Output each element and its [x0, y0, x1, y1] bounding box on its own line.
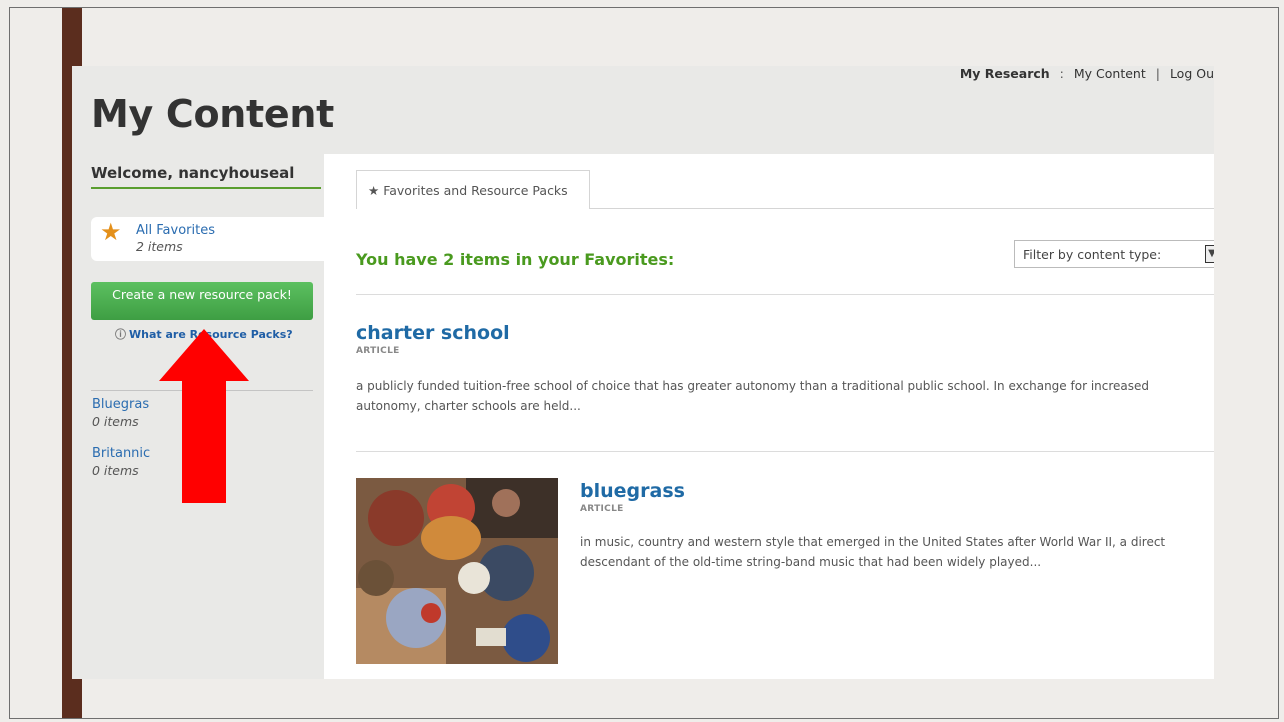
tab-favorites-resource-packs[interactable]: ★ Favorites and Resource Packs [356, 170, 590, 208]
article-title-link[interactable]: bluegrass [580, 480, 685, 502]
article-title-link[interactable]: charter school [356, 322, 510, 344]
logout-link[interactable]: Log Ou [1170, 66, 1214, 81]
top-nav: My Research : My Content | Log Ou [959, 66, 1214, 81]
favorites-label[interactable]: All Favorites [136, 223, 215, 238]
article-thumbnail[interactable] [356, 478, 558, 664]
favorites-count: 2 items [136, 239, 183, 254]
pack-count: 0 items [92, 414, 139, 429]
favorites-heading: You have 2 items in your Favorites: [356, 250, 675, 269]
slide-frame: My Research : My Content | Log Ou My Con… [9, 7, 1279, 719]
article-description: in music, country and western style that… [580, 535, 1166, 569]
sidebar-item-all-favorites[interactable]: ★ All Favorites 2 items [91, 217, 327, 261]
star-icon: ★ [100, 219, 122, 246]
chevron-down-icon[interactable]: ▼ [1205, 245, 1214, 263]
bluegrass-photo [356, 478, 558, 664]
create-resource-pack-button[interactable]: Create a new resource pack! [91, 282, 313, 320]
welcome-text: Welcome, nancyhouseal [91, 166, 321, 189]
divider [356, 451, 1214, 452]
divider [356, 294, 1214, 295]
my-content-link[interactable]: My Content [1074, 66, 1146, 81]
sidebar-item-pack[interactable]: Bluegras 0 items [92, 397, 149, 429]
red-up-arrow-annotation [159, 329, 249, 503]
star-icon: ★ [368, 183, 380, 198]
article-type: ARTICLE [356, 346, 400, 356]
info-icon: ⓘ [115, 328, 126, 341]
top-nav-section: My Research [959, 66, 1050, 81]
pack-label[interactable]: Bluegras [92, 397, 149, 412]
article-description: a publicly funded tuition-free school of… [356, 379, 1150, 413]
article-type: ARTICLE [580, 504, 624, 514]
page-title: My Content [91, 92, 335, 136]
filter-content-type-select[interactable]: Filter by content type: ▼ [1014, 240, 1214, 268]
main-content: ★ Favorites and Resource Packs You have … [324, 154, 1214, 679]
